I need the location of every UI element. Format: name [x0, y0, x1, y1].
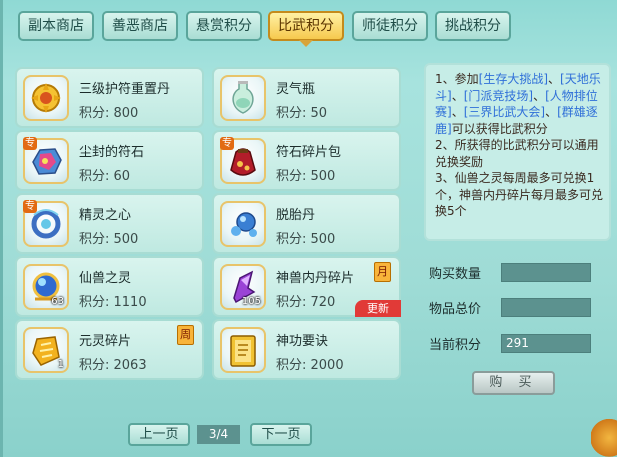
- item-stack-count: 1: [57, 359, 64, 370]
- shop-item[interactable]: 灵气瓶 积分: 50: [212, 67, 401, 128]
- item-name: 三级护符重置丹: [79, 82, 171, 97]
- rune-fragment-bag-icon: 专: [220, 137, 266, 184]
- monthly-limit-badge: 月: [374, 262, 391, 282]
- exclusive-badge: 专: [220, 137, 234, 150]
- tab-dungeon-shop[interactable]: 副本商店: [18, 11, 94, 41]
- rune-stone-icon: 专: [23, 137, 69, 184]
- beast-spirit-orb-icon: 63: [23, 264, 69, 310]
- item-points: 积分: 500: [276, 169, 336, 184]
- spirit-vase-icon: [220, 75, 266, 121]
- total-price-field: [501, 298, 591, 317]
- item-points: 积分: 50: [276, 106, 328, 121]
- rebirth-pill-icon: [220, 201, 266, 247]
- item-name: 脱胎丹: [276, 208, 316, 223]
- quantity-field[interactable]: [501, 263, 591, 282]
- item-points: 积分: 500: [276, 232, 336, 247]
- total-price-label: 物品总价: [429, 302, 482, 317]
- current-points-field: 291: [501, 334, 591, 353]
- item-points: 积分: 2000: [276, 358, 344, 373]
- quantity-label: 购买数量: [429, 267, 482, 282]
- tab-karma-shop[interactable]: 善恶商店: [102, 11, 178, 41]
- next-page-button[interactable]: 下一页: [250, 423, 312, 446]
- beast-core-shard-icon: 105: [220, 264, 266, 310]
- tab-bounty-points[interactable]: 悬赏积分: [186, 11, 262, 41]
- golden-charm-pill-icon: [23, 75, 69, 121]
- shop-item[interactable]: 三级护符重置丹 积分: 800: [15, 67, 204, 128]
- rule-separator: 、: [451, 88, 464, 103]
- item-name: 符石碎片包: [276, 145, 342, 160]
- weekly-limit-badge: 周: [177, 325, 194, 345]
- skill-book-icon: [220, 327, 266, 373]
- item-name: 灵气瓶: [276, 82, 316, 97]
- shop-item[interactable]: 专 尘封的符石 积分: 60: [15, 130, 204, 191]
- item-name: 精灵之心: [79, 208, 132, 223]
- shop-item[interactable]: 神功要诀 积分: 2000: [212, 319, 401, 380]
- corner-ornament: [591, 409, 617, 457]
- rule-separator: 、: [451, 105, 464, 119]
- item-name: 仙兽之灵: [79, 271, 132, 286]
- tab-challenge-points[interactable]: 挑战积分: [435, 11, 511, 41]
- rule-separator: 、: [548, 72, 561, 86]
- item-name: 尘封的符石: [79, 145, 145, 160]
- rule-text: 1、参加: [435, 72, 479, 86]
- item-points: 积分: 60: [79, 169, 131, 184]
- rule-separator: 、: [533, 88, 546, 103]
- shop-item[interactable]: 63 仙兽之灵 积分: 1110: [15, 256, 204, 317]
- page-indicator: 3/4: [197, 425, 240, 444]
- exclusive-badge: 专: [23, 200, 37, 213]
- prev-page-button[interactable]: 上一页: [128, 423, 190, 446]
- item-points: 积分: 2063: [79, 358, 147, 373]
- item-points: 积分: 500: [79, 232, 139, 247]
- item-name: 神功要诀: [276, 334, 329, 349]
- item-stack-count: 105: [241, 296, 261, 307]
- rule-text: 3、仙兽之灵每周最多可兑换1个，神兽内丹碎片每月最多可兑换5个: [435, 171, 604, 218]
- rule-text: 2、所获得的比武积分可以通用兑换奖励: [435, 138, 599, 169]
- item-stack-count: 63: [51, 296, 64, 307]
- shop-item[interactable]: 105 神兽内丹碎片 积分: 720 月 更新: [212, 256, 401, 317]
- item-grid: 三级护符重置丹 积分: 800 灵气瓶 积分: 50 专 尘封的符石 积分: 6…: [15, 58, 418, 396]
- item-points: 积分: 800: [79, 106, 139, 121]
- shop-item[interactable]: 脱胎丹 积分: 500: [212, 193, 401, 254]
- tab-mentor-points[interactable]: 师徒积分: [352, 11, 428, 41]
- soul-shard-icon: 1: [23, 327, 69, 373]
- rule-separator: 、: [545, 105, 558, 119]
- current-points-label: 当前积分: [429, 338, 482, 353]
- item-points: 积分: 720: [276, 295, 336, 310]
- rules-description: 1、参加[生存大挑战]、[天地乐斗]、[门派竞技场]、[人物排位赛]、[三界比武…: [424, 63, 611, 241]
- tab-arena-points[interactable]: 比武积分: [268, 11, 344, 47]
- shop-item[interactable]: 1 元灵碎片 积分: 2063 周: [15, 319, 204, 380]
- exclusive-badge: 专: [23, 137, 37, 150]
- buy-button[interactable]: 购 买: [472, 371, 555, 395]
- activity-link[interactable]: [门派竞技场]: [464, 89, 533, 103]
- item-points: 积分: 1110: [79, 295, 147, 310]
- updated-ribbon: 更新: [355, 300, 401, 317]
- activity-link[interactable]: [三界比武大会]: [464, 105, 545, 119]
- shop-item[interactable]: 专 精灵之心 积分: 500: [15, 193, 204, 254]
- item-name: 元灵碎片: [79, 334, 132, 349]
- rule-text: 可以获得比武积分: [451, 121, 548, 136]
- spirit-heart-icon: 专: [23, 200, 69, 247]
- activity-link[interactable]: [生存大挑战]: [479, 72, 548, 86]
- shop-item[interactable]: 专 符石碎片包 积分: 500: [212, 130, 401, 191]
- item-name: 神兽内丹碎片: [276, 271, 355, 286]
